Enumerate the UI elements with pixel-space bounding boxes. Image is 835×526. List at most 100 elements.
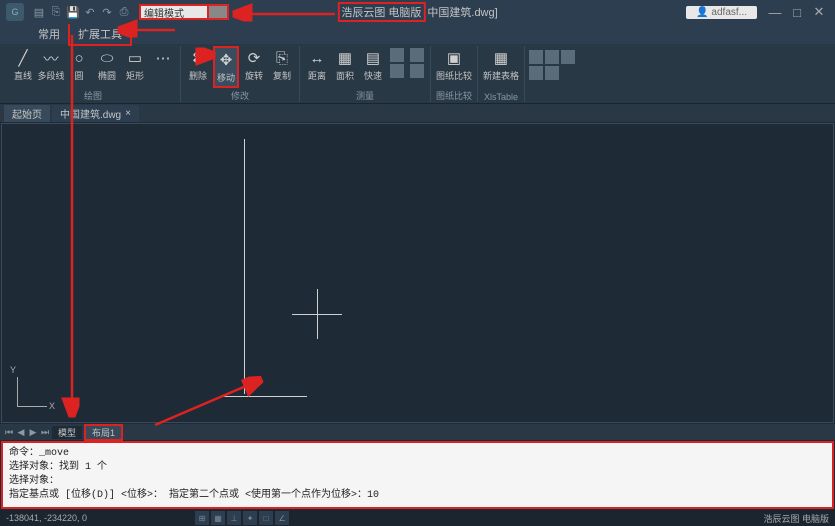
quick-access-toolbar: ▤ ⎘ 💾 ↶ ↷ ⎙ (32, 5, 131, 19)
tool-icon-e[interactable] (545, 66, 559, 80)
ribbon-group-draw: ╱直线 〰多段线 ○圆 ⬭椭圆 ▭矩形 ⋯ 绘图 (6, 46, 181, 102)
ribbon-group-modify: ✖删除 ✥移动 ⟳旋转 ⎘复制 修改 (181, 46, 300, 102)
delete-button[interactable]: ✖删除 (185, 46, 211, 88)
doctab-active[interactable]: 中国建筑.dwg × (52, 105, 139, 122)
copy-button[interactable]: ⎘复制 (269, 46, 295, 88)
tab-close-icon[interactable]: × (125, 108, 131, 119)
status-right: 浩辰云图 电脑版 (763, 512, 829, 525)
group-label-modify: 修改 (231, 89, 249, 102)
dist-button[interactable]: ↔距离 (304, 46, 330, 84)
polar-toggle[interactable]: ✦ (243, 511, 257, 525)
mode-selector[interactable]: 编辑模式 (139, 4, 209, 20)
layout-tabs: ⏮ ◀ ▶ ⏭ 模型 布局1 (0, 424, 835, 440)
line-button[interactable]: ╱直线 (10, 46, 36, 84)
small-icon-1[interactable] (390, 48, 404, 62)
qat-new-icon[interactable]: ▤ (32, 5, 46, 19)
compare-button[interactable]: ▣图纸比较 (435, 46, 473, 84)
rect-icon: ▭ (125, 48, 145, 68)
tool-icon-b[interactable] (545, 50, 559, 64)
tab-ext-tools[interactable]: 扩展工具 (68, 22, 132, 46)
move-icon: ✥ (216, 50, 236, 70)
ellipse-icon: ⬭ (97, 48, 117, 68)
mode-dropdown-button[interactable] (209, 4, 229, 20)
doctab-start[interactable]: 起始页 (4, 105, 50, 122)
qat-undo-icon[interactable]: ↶ (83, 5, 97, 19)
layout-nav-prev[interactable]: ◀ (16, 427, 26, 438)
measure-small-buttons (388, 46, 406, 84)
rotate-button[interactable]: ⟳旋转 (241, 46, 267, 88)
dots-icon: ⋯ (153, 48, 173, 68)
rotate-icon: ⟳ (244, 48, 264, 68)
cmd-line-2: 选择对象：找到 1 个 (9, 461, 826, 475)
ribbon-group-measure: ↔距离 ▦面积 ▤快速 测量 (300, 46, 431, 102)
small-icon-3[interactable] (410, 48, 424, 62)
qat-print-icon[interactable]: ⎙ (117, 5, 131, 19)
quick-icon: ▤ (363, 48, 383, 68)
ucs-x-label: X (49, 401, 55, 411)
extra-tools (525, 46, 579, 84)
tab-common[interactable]: 常用 (30, 24, 68, 44)
cmd-line-3: 选择对象： (9, 475, 826, 489)
command-window[interactable]: 命令：_move 选择对象：找到 1 个 选择对象： 指定基点或 [位移(D)]… (1, 441, 834, 509)
ribbon: ╱直线 〰多段线 ○圆 ⬭椭圆 ▭矩形 ⋯ 绘图 ✖删除 ✥移动 ⟳旋转 ⎘复制… (0, 44, 835, 104)
rect-button[interactable]: ▭矩形 (122, 46, 148, 84)
ucs-y-label: Y (10, 365, 16, 375)
move-button[interactable]: ✥移动 (213, 46, 239, 88)
group-label-table: XlsTable (484, 92, 518, 102)
osnap-toggle[interactable]: □ (259, 511, 273, 525)
measure-small-buttons-2 (408, 46, 426, 84)
status-coords: -138041, -234220, 0 (6, 513, 87, 523)
doc-name: 中国建筑.dwg] (427, 4, 497, 20)
statusbar: -138041, -234220, 0 ⊞ ▦ ⊥ ✦ □ ∠ 浩辰云图 电脑版 (0, 510, 835, 526)
polyline-icon: 〰 (41, 48, 61, 68)
ucs-x-axis (17, 406, 47, 407)
more-draw-button[interactable]: ⋯ (150, 46, 176, 84)
dist-icon: ↔ (307, 48, 327, 68)
qat-redo-icon[interactable]: ↷ (100, 5, 114, 19)
window-title: 浩辰云图 电脑版 中国建筑.dwg] (337, 2, 497, 22)
ucs-y-axis (17, 377, 18, 407)
titlebar: G ▤ ⎘ 💾 ↶ ↷ ⎙ 编辑模式 浩辰云图 电脑版 中国建筑.dwg] 👤 … (0, 0, 835, 24)
layout-tab-model[interactable]: 模型 (52, 426, 82, 439)
snap-toggle[interactable]: ⊞ (195, 511, 209, 525)
crosshair-vertical (317, 289, 318, 339)
line-icon: ╱ (13, 48, 33, 68)
close-button[interactable]: ✕ (809, 4, 829, 20)
newtable-button[interactable]: ▦新建表格 (482, 46, 520, 84)
ortho-toggle[interactable]: ⊥ (227, 511, 241, 525)
minimize-button[interactable]: — (765, 4, 785, 20)
qat-open-icon[interactable]: ⎘ (49, 5, 63, 19)
layout-nav-next[interactable]: ▶ (28, 427, 38, 438)
group-label-draw: 绘图 (84, 89, 102, 102)
small-icon-4[interactable] (410, 64, 424, 78)
tool-icon-d[interactable] (529, 66, 543, 80)
tool-icon-c[interactable] (561, 50, 575, 64)
layout-tab-layout1[interactable]: 布局1 (84, 424, 123, 441)
table-icon: ▦ (491, 48, 511, 68)
copy-icon: ⎘ (272, 48, 292, 68)
circle-icon: ○ (69, 48, 89, 68)
layout-nav-first[interactable]: ⏮ (4, 427, 14, 438)
ribbon-group-table: ▦新建表格 XlsTable (478, 46, 525, 102)
polyline-button[interactable]: 〰多段线 (38, 46, 64, 84)
ellipse-button[interactable]: ⬭椭圆 (94, 46, 120, 84)
app-name-highlight: 浩辰云图 电脑版 (337, 2, 425, 22)
document-tabs: 起始页 中国建筑.dwg × (0, 104, 835, 122)
circle-button[interactable]: ○圆 (66, 46, 92, 84)
group-label-measure: 测量 (356, 89, 374, 102)
delete-icon: ✖ (188, 48, 208, 68)
drawing-viewport[interactable]: Y X (1, 123, 834, 423)
grid-toggle[interactable]: ▦ (211, 511, 225, 525)
app-logo[interactable]: G (6, 3, 24, 21)
layout-nav-last[interactable]: ⏭ (40, 427, 50, 438)
small-icon-2[interactable] (390, 64, 404, 78)
quick-button[interactable]: ▤快速 (360, 46, 386, 84)
area-icon: ▦ (335, 48, 355, 68)
qat-save-icon[interactable]: 💾 (66, 5, 80, 19)
maximize-button[interactable]: □ (787, 4, 807, 20)
otrack-toggle[interactable]: ∠ (275, 511, 289, 525)
tool-icon-a[interactable] (529, 50, 543, 64)
ribbon-tabs: 常用 扩展工具 (0, 24, 835, 44)
area-button[interactable]: ▦面积 (332, 46, 358, 84)
user-badge[interactable]: 👤 adfasf... (686, 6, 757, 19)
